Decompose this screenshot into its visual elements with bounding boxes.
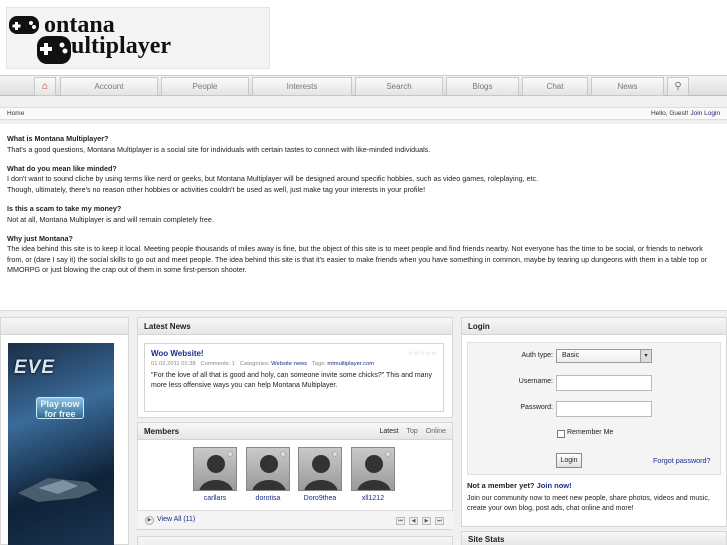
tab-blogs[interactable]: Blogs [446, 77, 519, 96]
avatar[interactable] [351, 447, 395, 491]
home-icon: ⌂ [41, 81, 49, 92]
status-dot-icon [280, 451, 286, 457]
faq-answer: That's a good questions, Montana Multipl… [7, 144, 431, 154]
member-name[interactable]: carllars [193, 495, 237, 502]
ad-play-button[interactable]: Play now for free [36, 397, 84, 419]
site-stats-panel: Site Stats [461, 531, 727, 545]
join-promo-text: Join our community now to meet new peopl… [467, 495, 710, 512]
tab-latest[interactable]: Latest [379, 428, 398, 435]
faq-answer: Not at all, Montana Multiplayer is and w… [7, 214, 214, 224]
ad-banner[interactable]: EVE Play now for free [8, 343, 114, 545]
password-label: Password: [520, 404, 553, 411]
not-member-line: Not a member yet? Join now! [467, 481, 572, 490]
panel-title: Login [462, 318, 726, 335]
members-tabs: Latest Top Online [373, 423, 446, 440]
next-page-icon[interactable]: ▶ [422, 517, 431, 525]
forgot-password-link[interactable]: Forgot password? [653, 456, 711, 465]
svg-text:ultiplayer: ultiplayer [71, 33, 171, 59]
search-tab[interactable]: ⚲ [667, 77, 689, 96]
rating-stars-icon[interactable]: ☆☆☆☆☆ [408, 350, 437, 357]
faq-question: Why just Montana? [7, 233, 73, 243]
news-title[interactable]: Woo Website! [151, 349, 437, 358]
join-now-link[interactable]: Join now! [537, 481, 572, 490]
view-all-link[interactable]: View All (11) [157, 516, 195, 523]
chevron-down-icon: ▾ [640, 350, 651, 362]
user-greeting: Hello, Guest! Join Login [650, 110, 720, 117]
faq-question: What is Montana Multiplayer? [7, 134, 109, 143]
member-card[interactable]: dorotisa [246, 447, 290, 502]
ad-title: EVE [14, 357, 56, 378]
tab-online[interactable]: Online [426, 428, 446, 435]
home-tab[interactable]: ⌂ [34, 77, 56, 96]
faq-question: What do you mean like minded? [7, 163, 117, 173]
breadcrumb-home[interactable]: Home [7, 108, 24, 119]
spaceship-icon [18, 478, 98, 502]
username-label: Username: [518, 378, 553, 385]
news-tag-link[interactable]: mtmultiplayer.com [327, 361, 374, 367]
member-name[interactable]: dorotisa [246, 495, 290, 502]
remember-me-checkbox[interactable] [557, 430, 565, 438]
panel-title: Members [144, 427, 180, 436]
panel-title: Site Stats [462, 532, 726, 545]
news-body: "For the love of all that is good and ho… [151, 372, 432, 389]
auth-type-label: Auth type: [521, 352, 553, 359]
member-card[interactable]: Doro9thea [298, 447, 342, 502]
join-link[interactable]: Join [690, 110, 702, 117]
prev-page-icon[interactable]: ◀ [409, 517, 418, 525]
main-nav: ⌂ Account People Interests Search Blogs … [0, 75, 727, 96]
search-icon: ⚲ [674, 81, 682, 92]
breadcrumb-bar: Home Hello, Guest! Join Login [0, 107, 727, 120]
site-logo[interactable]: ontana ultiplayer [6, 7, 270, 69]
news-category-link[interactable]: Website news [271, 361, 307, 367]
tab-top[interactable]: Top [407, 428, 418, 435]
avatar[interactable] [298, 447, 342, 491]
last-page-icon[interactable]: ⏭ [435, 517, 444, 525]
faq-answer: I don't want to sound cliche by using te… [7, 174, 539, 184]
tab-news[interactable]: News [591, 77, 664, 96]
member-name[interactable]: xll1212 [351, 495, 395, 502]
faq-answer: Though, ultimately, there's no reason ot… [7, 184, 426, 194]
avatar[interactable] [193, 447, 237, 491]
lower-panel [137, 536, 453, 545]
news-item: ☆☆☆☆☆ Woo Website! 01.02.2011 01:38 Comm… [144, 343, 444, 412]
news-meta: 01.02.2011 01:38 Comments: 1 Categories:… [151, 361, 375, 367]
faq-question: Is this a scam to take my money? [7, 203, 122, 213]
site-header: ontana ultiplayer [0, 0, 727, 76]
play-icon[interactable]: ▶ [145, 516, 154, 525]
tab-interests[interactable]: Interests [252, 77, 352, 96]
status-dot-icon [332, 451, 338, 457]
login-link[interactable]: Login [704, 110, 720, 117]
remember-me-label: Remember Me [567, 429, 614, 436]
intro-faq: What is Montana Multiplayer? That's a go… [0, 124, 727, 311]
status-dot-icon [227, 451, 233, 457]
members-footer: ▶ View All (11) ⏮ ◀ ▶ ⏭ [137, 510, 453, 529]
tab-people[interactable]: People [161, 77, 249, 96]
member-name[interactable]: Doro9thea [298, 495, 342, 502]
tab-chat[interactable]: Chat [522, 77, 588, 96]
member-card[interactable]: carllars [193, 447, 237, 502]
password-input[interactable] [556, 401, 652, 417]
faq-answer: The idea behind this site is to keep it … [7, 244, 708, 275]
tab-search[interactable]: Search [355, 77, 443, 96]
member-card[interactable]: xll1212 [351, 447, 395, 502]
avatar[interactable] [246, 447, 290, 491]
panel-title: Latest News [138, 318, 452, 335]
tab-account[interactable]: Account [60, 77, 158, 96]
status-dot-icon [385, 451, 391, 457]
username-input[interactable] [556, 375, 652, 391]
first-page-icon[interactable]: ⏮ [396, 517, 405, 525]
login-button[interactable]: Login [556, 453, 582, 468]
auth-type-select[interactable]: Basic ▾ [556, 349, 652, 363]
